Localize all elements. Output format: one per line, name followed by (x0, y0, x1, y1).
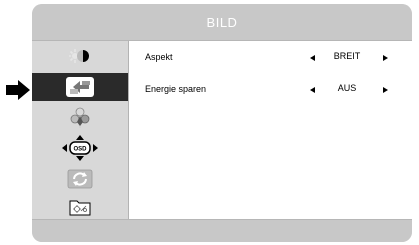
menu-category-sidebar: OSD (32, 41, 129, 219)
sidebar-item-brightness[interactable] (32, 43, 128, 69)
settings-panel: Aspekt BREIT Energie sparen AUS (129, 41, 412, 219)
brightness-contrast-icon (69, 49, 89, 63)
color-temperature-icon (70, 107, 90, 128)
decrease-arrow-icon[interactable] (310, 55, 315, 61)
osd-position-icon: OSD (62, 135, 98, 161)
sidebar-item-color[interactable] (32, 104, 128, 132)
menu-title-bar: BILD (32, 4, 412, 41)
decrease-arrow-icon[interactable] (310, 87, 315, 93)
increase-arrow-icon[interactable] (383, 87, 388, 93)
sidebar-item-reset[interactable] (32, 166, 128, 192)
setting-value: AUS (337, 83, 357, 93)
sidebar-item-setup[interactable] (32, 195, 128, 219)
setup-folder-icon (69, 200, 91, 216)
sidebar-item-image[interactable] (32, 73, 128, 101)
setting-value: BREIT (333, 51, 361, 61)
sidebar-item-osd[interactable]: OSD (32, 134, 128, 162)
image-aspect-icon (66, 77, 94, 97)
osd-icon-text: OSD (73, 147, 87, 153)
menu-title: BILD (206, 15, 238, 30)
osd-menu: BILD OSD Aspekt BREIT Energie sparen AUS (32, 4, 412, 242)
setting-row-aspect[interactable]: Aspekt BREIT (129, 49, 412, 69)
setting-label: Aspekt (145, 52, 173, 62)
menu-footer-bar (32, 219, 412, 242)
setting-row-energy-saving[interactable]: Energie sparen AUS (129, 81, 412, 101)
setting-label: Energie sparen (145, 84, 207, 94)
selection-pointer-arrow-icon (6, 80, 30, 100)
reset-icon (67, 169, 93, 189)
increase-arrow-icon[interactable] (383, 55, 388, 61)
